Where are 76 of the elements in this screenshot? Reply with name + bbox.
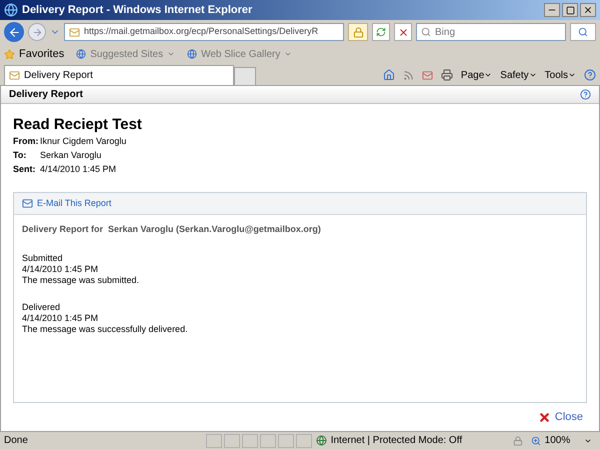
search-icon [578,27,588,37]
feed-icon[interactable] [402,70,414,80]
email-report-link[interactable]: E-Mail This Report [37,196,112,210]
new-tab-button[interactable] [234,67,256,85]
status-pane [278,434,294,448]
event-description: The message was successfully delivered. [22,324,189,334]
page-icon [69,26,80,38]
zoom-icon [530,436,541,446]
mail-icon[interactable] [422,70,433,80]
caret-icon [568,71,576,79]
status-pane [296,434,312,448]
security-zone: Internet | Protected Mode: Off [330,434,464,448]
command-menu[interactable]: Tools [544,68,576,82]
field-label: From: [13,135,40,148]
tab-title: Delivery Report [24,69,93,83]
event-time: 4/14/2010 1:45 PM [22,312,100,324]
email-report-icon [22,198,33,209]
lock-icon [352,26,364,38]
address-field[interactable]: https://mail.getmailbox.org/ecp/PersonalSettings/DeliveryR [64,23,344,41]
minimize-button[interactable] [544,3,560,17]
caret-icon [528,71,537,79]
zoom-button[interactable]: 100% [526,433,596,448]
forward-button[interactable] [28,23,46,41]
close-icon [538,410,551,424]
stop-button[interactable] [394,23,412,41]
star-icon [4,48,15,60]
help-icon[interactable] [580,89,591,100]
command-menu[interactable]: Page [460,68,492,82]
lock-button[interactable] [348,23,368,41]
event-status: Delivered [22,302,62,312]
forward-arrow-icon [32,26,42,38]
back-arrow-icon [8,26,20,38]
status-pane [206,434,222,448]
field-value: Serkan Varoglu [40,149,102,162]
search-icon [421,27,431,37]
lock-icon[interactable] [512,436,523,446]
help-icon[interactable] [584,69,596,81]
close-link[interactable]: Close [538,408,583,426]
favorites-button[interactable]: Favorites [4,46,64,62]
search-button[interactable] [570,23,596,41]
message-subject: Read Reciept Test [13,116,143,134]
refresh-button[interactable] [372,23,390,41]
maximize-button[interactable] [562,3,578,17]
back-button[interactable] [4,22,24,42]
close-button[interactable] [580,3,596,17]
globe-icon [76,49,86,59]
page-title: Delivery Report [9,88,83,102]
print-icon[interactable] [440,69,453,81]
maximize-icon [566,6,574,14]
report-heading: Delivery Report for Serkan Varoglu (Serkan.Varoglu@getmailbox.org) [22,223,322,236]
page-icon [9,70,20,81]
command-menu[interactable]: Safety [500,68,537,82]
close-icon [583,5,593,15]
window-title: Delivery Report - Windows Internet Explorer [22,2,252,18]
globe-icon [316,435,327,446]
field-label: Sent: [13,163,36,176]
status-pane [242,434,258,448]
search-field[interactable]: Bing [416,23,566,41]
stop-icon [398,26,408,38]
field-value: 4/14/2010 1:45 PM [40,163,116,176]
globe-icon [187,49,198,59]
field-label: To: [13,149,28,162]
browser-logo-icon [4,3,18,17]
event-description: The message was submitted. [22,274,140,286]
status-pane [260,434,276,448]
event-status: Submitted [22,252,64,264]
status-pane [224,434,240,448]
caret-icon [284,50,292,58]
caret-icon [484,71,492,79]
home-icon[interactable] [382,69,395,81]
refresh-icon [376,27,386,37]
status-text: Done [4,434,29,448]
caret-icon [167,50,176,58]
event-time: 4/14/2010 1:45 PM [22,264,100,274]
browser-tab[interactable]: Delivery Report [4,65,234,85]
field-value: Iknur Cigdem Varoglu [40,135,126,148]
